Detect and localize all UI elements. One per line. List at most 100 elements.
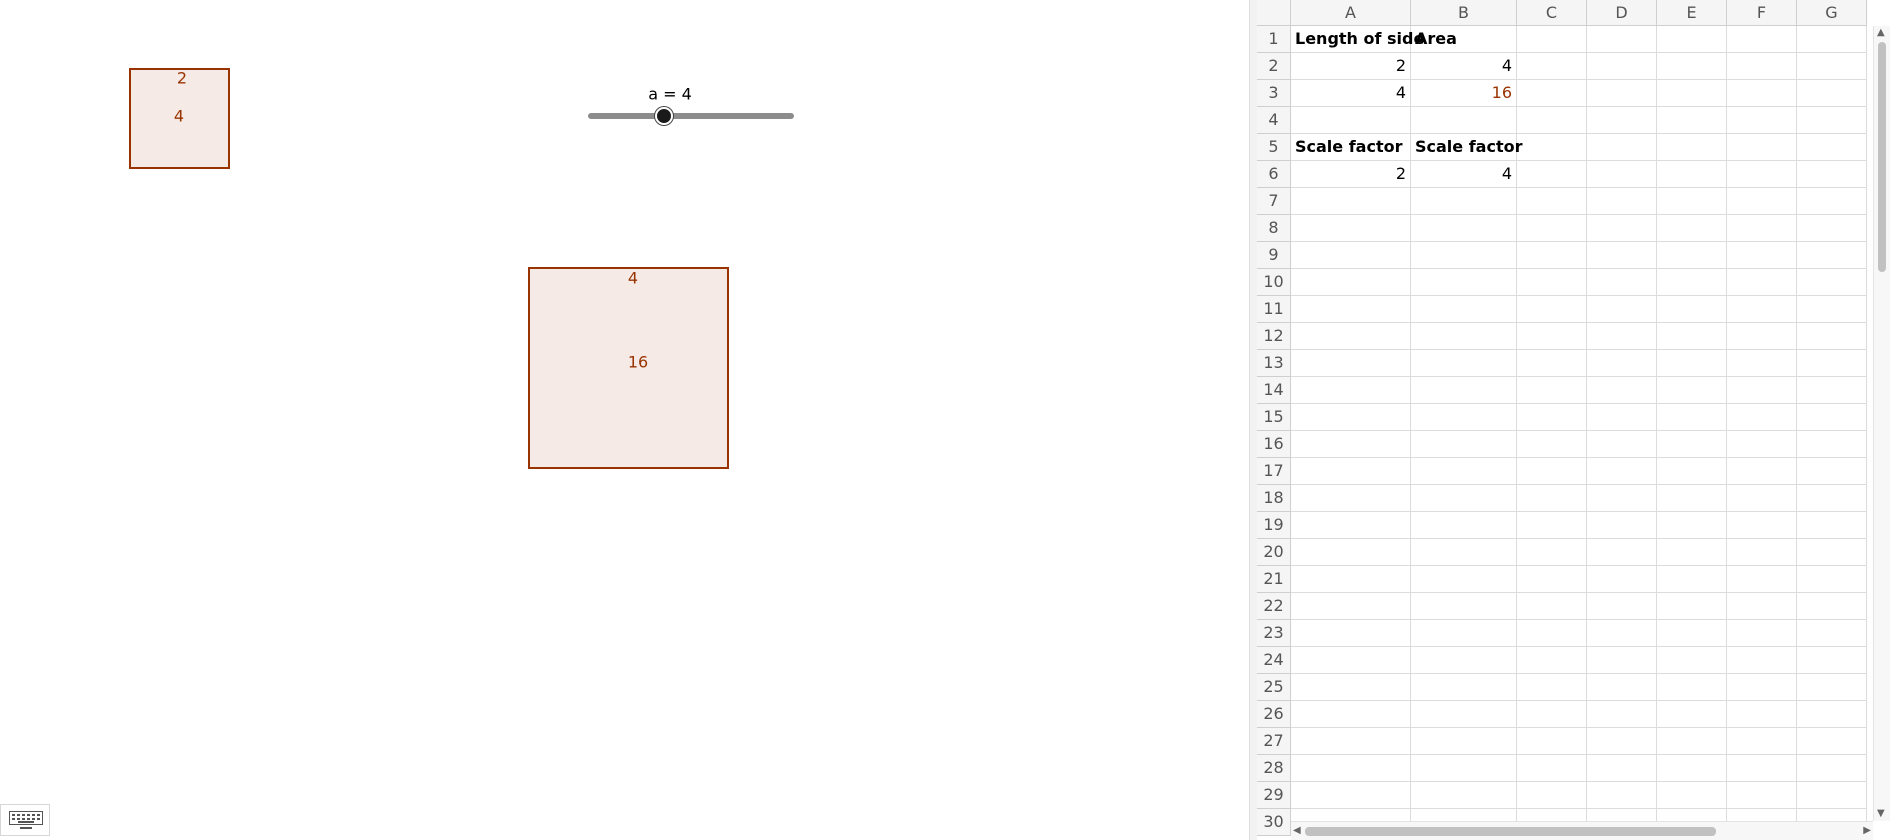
cell-c18[interactable]	[1517, 485, 1587, 512]
cell-d25[interactable]	[1587, 674, 1657, 701]
cell-g6[interactable]	[1797, 161, 1867, 188]
cell-c13[interactable]	[1517, 350, 1587, 377]
cell-g17[interactable]	[1797, 458, 1867, 485]
cell-e8[interactable]	[1657, 215, 1727, 242]
cell-b27[interactable]	[1411, 728, 1517, 755]
cell-a10[interactable]	[1291, 269, 1411, 296]
cell-f20[interactable]	[1727, 539, 1797, 566]
cell-c7[interactable]	[1517, 188, 1587, 215]
cell-g4[interactable]	[1797, 107, 1867, 134]
cell-f19[interactable]	[1727, 512, 1797, 539]
cell-b5[interactable]: Scale factor	[1411, 134, 1522, 161]
cell-e25[interactable]	[1657, 674, 1727, 701]
row-header-2[interactable]: 2	[1257, 53, 1291, 80]
row-header-16[interactable]: 16	[1257, 431, 1291, 458]
cell-f8[interactable]	[1727, 215, 1797, 242]
cell-c15[interactable]	[1517, 404, 1587, 431]
row-header-19[interactable]: 19	[1257, 512, 1291, 539]
cell-g3[interactable]	[1797, 80, 1867, 107]
cell-d16[interactable]	[1587, 431, 1657, 458]
cell-b17[interactable]	[1411, 458, 1517, 485]
cell-g2[interactable]	[1797, 53, 1867, 80]
cell-c5[interactable]	[1517, 134, 1587, 161]
cell-g29[interactable]	[1797, 782, 1867, 809]
slider-thumb[interactable]	[655, 107, 673, 125]
cell-b3[interactable]: 16	[1411, 80, 1517, 107]
cell-e7[interactable]	[1657, 188, 1727, 215]
cell-f7[interactable]	[1727, 188, 1797, 215]
cell-a2[interactable]: 2	[1291, 53, 1411, 80]
row-header-1[interactable]: 1	[1257, 26, 1291, 53]
cell-b21[interactable]	[1411, 566, 1517, 593]
cell-c29[interactable]	[1517, 782, 1587, 809]
row-header-30[interactable]: 30	[1257, 809, 1291, 836]
cell-b29[interactable]	[1411, 782, 1517, 809]
cell-a17[interactable]	[1291, 458, 1411, 485]
cell-b9[interactable]	[1411, 242, 1517, 269]
cell-b4[interactable]	[1411, 107, 1517, 134]
row-header-26[interactable]: 26	[1257, 701, 1291, 728]
keyboard-button[interactable]	[0, 804, 50, 836]
cell-d18[interactable]	[1587, 485, 1657, 512]
cell-g22[interactable]	[1797, 593, 1867, 620]
cell-b14[interactable]	[1411, 377, 1517, 404]
cell-c12[interactable]	[1517, 323, 1587, 350]
cell-e15[interactable]	[1657, 404, 1727, 431]
cell-e5[interactable]	[1657, 134, 1727, 161]
cell-a27[interactable]	[1291, 728, 1411, 755]
cell-c6[interactable]	[1517, 161, 1587, 188]
row-header-7[interactable]: 7	[1257, 188, 1291, 215]
cell-d13[interactable]	[1587, 350, 1657, 377]
cell-f11[interactable]	[1727, 296, 1797, 323]
cell-f23[interactable]	[1727, 620, 1797, 647]
row-header-24[interactable]: 24	[1257, 647, 1291, 674]
cell-g10[interactable]	[1797, 269, 1867, 296]
cell-a12[interactable]	[1291, 323, 1411, 350]
cell-g15[interactable]	[1797, 404, 1867, 431]
row-header-28[interactable]: 28	[1257, 755, 1291, 782]
cell-c4[interactable]	[1517, 107, 1587, 134]
cell-a14[interactable]	[1291, 377, 1411, 404]
cell-b1[interactable]: Area	[1411, 26, 1517, 53]
cell-e13[interactable]	[1657, 350, 1727, 377]
cell-d3[interactable]	[1587, 80, 1657, 107]
cell-c28[interactable]	[1517, 755, 1587, 782]
row-header-4[interactable]: 4	[1257, 107, 1291, 134]
row-header-29[interactable]: 29	[1257, 782, 1291, 809]
cell-c21[interactable]	[1517, 566, 1587, 593]
row-header-3[interactable]: 3	[1257, 80, 1291, 107]
cell-f6[interactable]	[1727, 161, 1797, 188]
column-header-b[interactable]: B	[1411, 0, 1517, 26]
cell-e20[interactable]	[1657, 539, 1727, 566]
row-header-25[interactable]: 25	[1257, 674, 1291, 701]
cell-e3[interactable]	[1657, 80, 1727, 107]
cell-a15[interactable]	[1291, 404, 1411, 431]
cell-d17[interactable]	[1587, 458, 1657, 485]
cell-g13[interactable]	[1797, 350, 1867, 377]
cell-a16[interactable]	[1291, 431, 1411, 458]
cell-b22[interactable]	[1411, 593, 1517, 620]
cell-c23[interactable]	[1517, 620, 1587, 647]
cell-d5[interactable]	[1587, 134, 1657, 161]
cell-c2[interactable]	[1517, 53, 1587, 80]
cell-d19[interactable]	[1587, 512, 1657, 539]
row-header-15[interactable]: 15	[1257, 404, 1291, 431]
cell-f3[interactable]	[1727, 80, 1797, 107]
cell-b26[interactable]	[1411, 701, 1517, 728]
cell-e19[interactable]	[1657, 512, 1727, 539]
cell-c27[interactable]	[1517, 728, 1587, 755]
cell-f17[interactable]	[1727, 458, 1797, 485]
cell-e11[interactable]	[1657, 296, 1727, 323]
cell-d12[interactable]	[1587, 323, 1657, 350]
column-header-f[interactable]: F	[1727, 0, 1797, 26]
cell-g11[interactable]	[1797, 296, 1867, 323]
cell-g26[interactable]	[1797, 701, 1867, 728]
cell-d10[interactable]	[1587, 269, 1657, 296]
scroll-up-icon[interactable]: ▲	[1877, 28, 1885, 38]
row-header-17[interactable]: 17	[1257, 458, 1291, 485]
cell-d22[interactable]	[1587, 593, 1657, 620]
cell-g20[interactable]	[1797, 539, 1867, 566]
cell-f25[interactable]	[1727, 674, 1797, 701]
spreadsheet-view[interactable]: A B C D E F G 1 Length of side Area 2 2 4 3 4 16 4 5 Scale…	[1257, 0, 1890, 840]
vertical-scroll-thumb[interactable]	[1878, 42, 1886, 272]
